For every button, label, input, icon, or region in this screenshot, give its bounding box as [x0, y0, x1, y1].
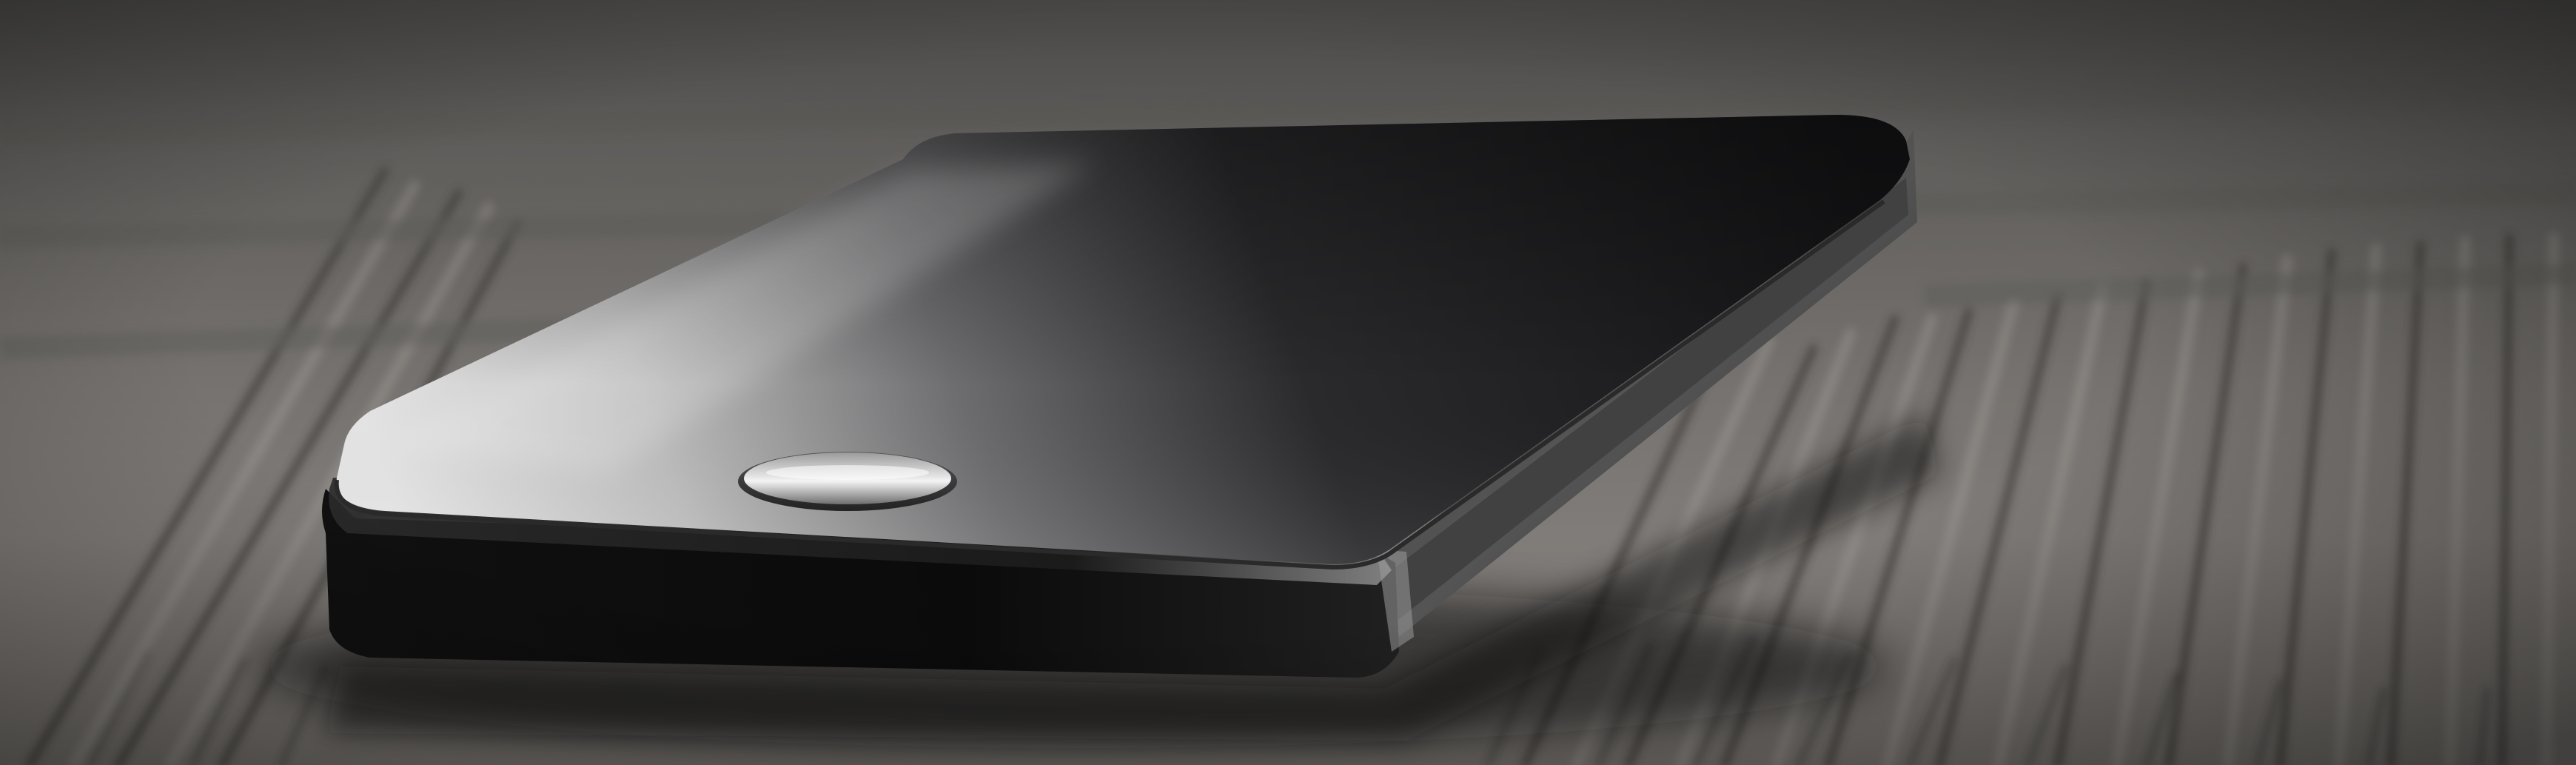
vignette	[0, 0, 2576, 765]
photo-canvas	[0, 0, 2576, 765]
photo-scene	[0, 0, 2576, 765]
